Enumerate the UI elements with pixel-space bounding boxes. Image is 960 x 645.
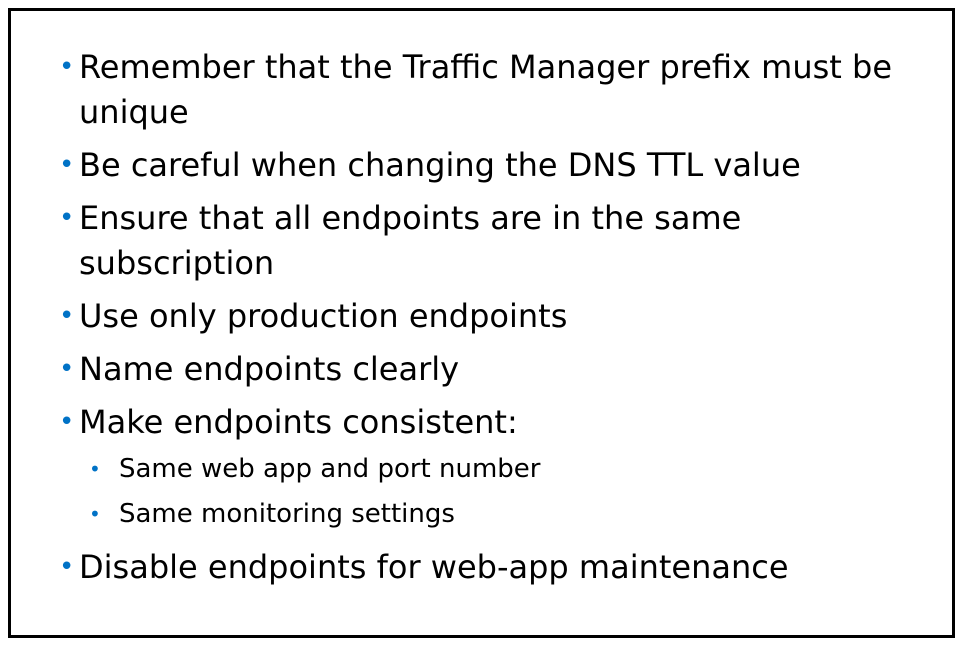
list-item-text: Use only production endpoints <box>79 297 568 335</box>
list-item: • Make endpoints consistent: • Same web … <box>59 400 919 537</box>
sub-list-item-text: Same monitoring settings <box>119 499 455 529</box>
list-item-text: Be careful when changing the DNS TTL val… <box>79 146 801 184</box>
sub-bullet-icon: • <box>89 457 101 481</box>
list-item-text: Disable endpoints for web-app maintenanc… <box>79 548 789 586</box>
list-item: • Name endpoints clearly <box>59 347 919 392</box>
bullet-icon: • <box>59 407 75 437</box>
list-item: • Use only production endpoints <box>59 294 919 339</box>
list-item-text: Ensure that all endpoints are in the sam… <box>79 199 742 282</box>
bullet-icon: • <box>59 150 75 180</box>
sub-bullet-icon: • <box>89 502 101 526</box>
bullet-icon: • <box>59 301 75 331</box>
bullet-icon: • <box>59 52 75 82</box>
list-item-text: Name endpoints clearly <box>79 350 460 388</box>
bullet-icon: • <box>59 552 75 582</box>
bullet-icon: • <box>59 354 75 384</box>
list-item: • Be careful when changing the DNS TTL v… <box>59 143 919 188</box>
sub-list-item: • Same monitoring settings <box>89 492 919 537</box>
list-item: • Disable endpoints for web-app maintena… <box>59 545 919 590</box>
sub-list-item-text: Same web app and port number <box>119 454 541 484</box>
bullet-list: • Remember that the Traffic Manager pref… <box>59 45 919 598</box>
slide-frame: • Remember that the Traffic Manager pref… <box>8 8 955 638</box>
sub-list-item: • Same web app and port number <box>89 447 919 492</box>
list-item-text: Make endpoints consistent: <box>79 403 518 441</box>
list-item-text: Remember that the Traffic Manager prefix… <box>79 48 892 131</box>
list-item: • Remember that the Traffic Manager pref… <box>59 45 919 135</box>
list-item: • Ensure that all endpoints are in the s… <box>59 196 919 286</box>
sub-bullet-list: • Same web app and port number • Same mo… <box>79 447 919 537</box>
bullet-icon: • <box>59 203 75 233</box>
